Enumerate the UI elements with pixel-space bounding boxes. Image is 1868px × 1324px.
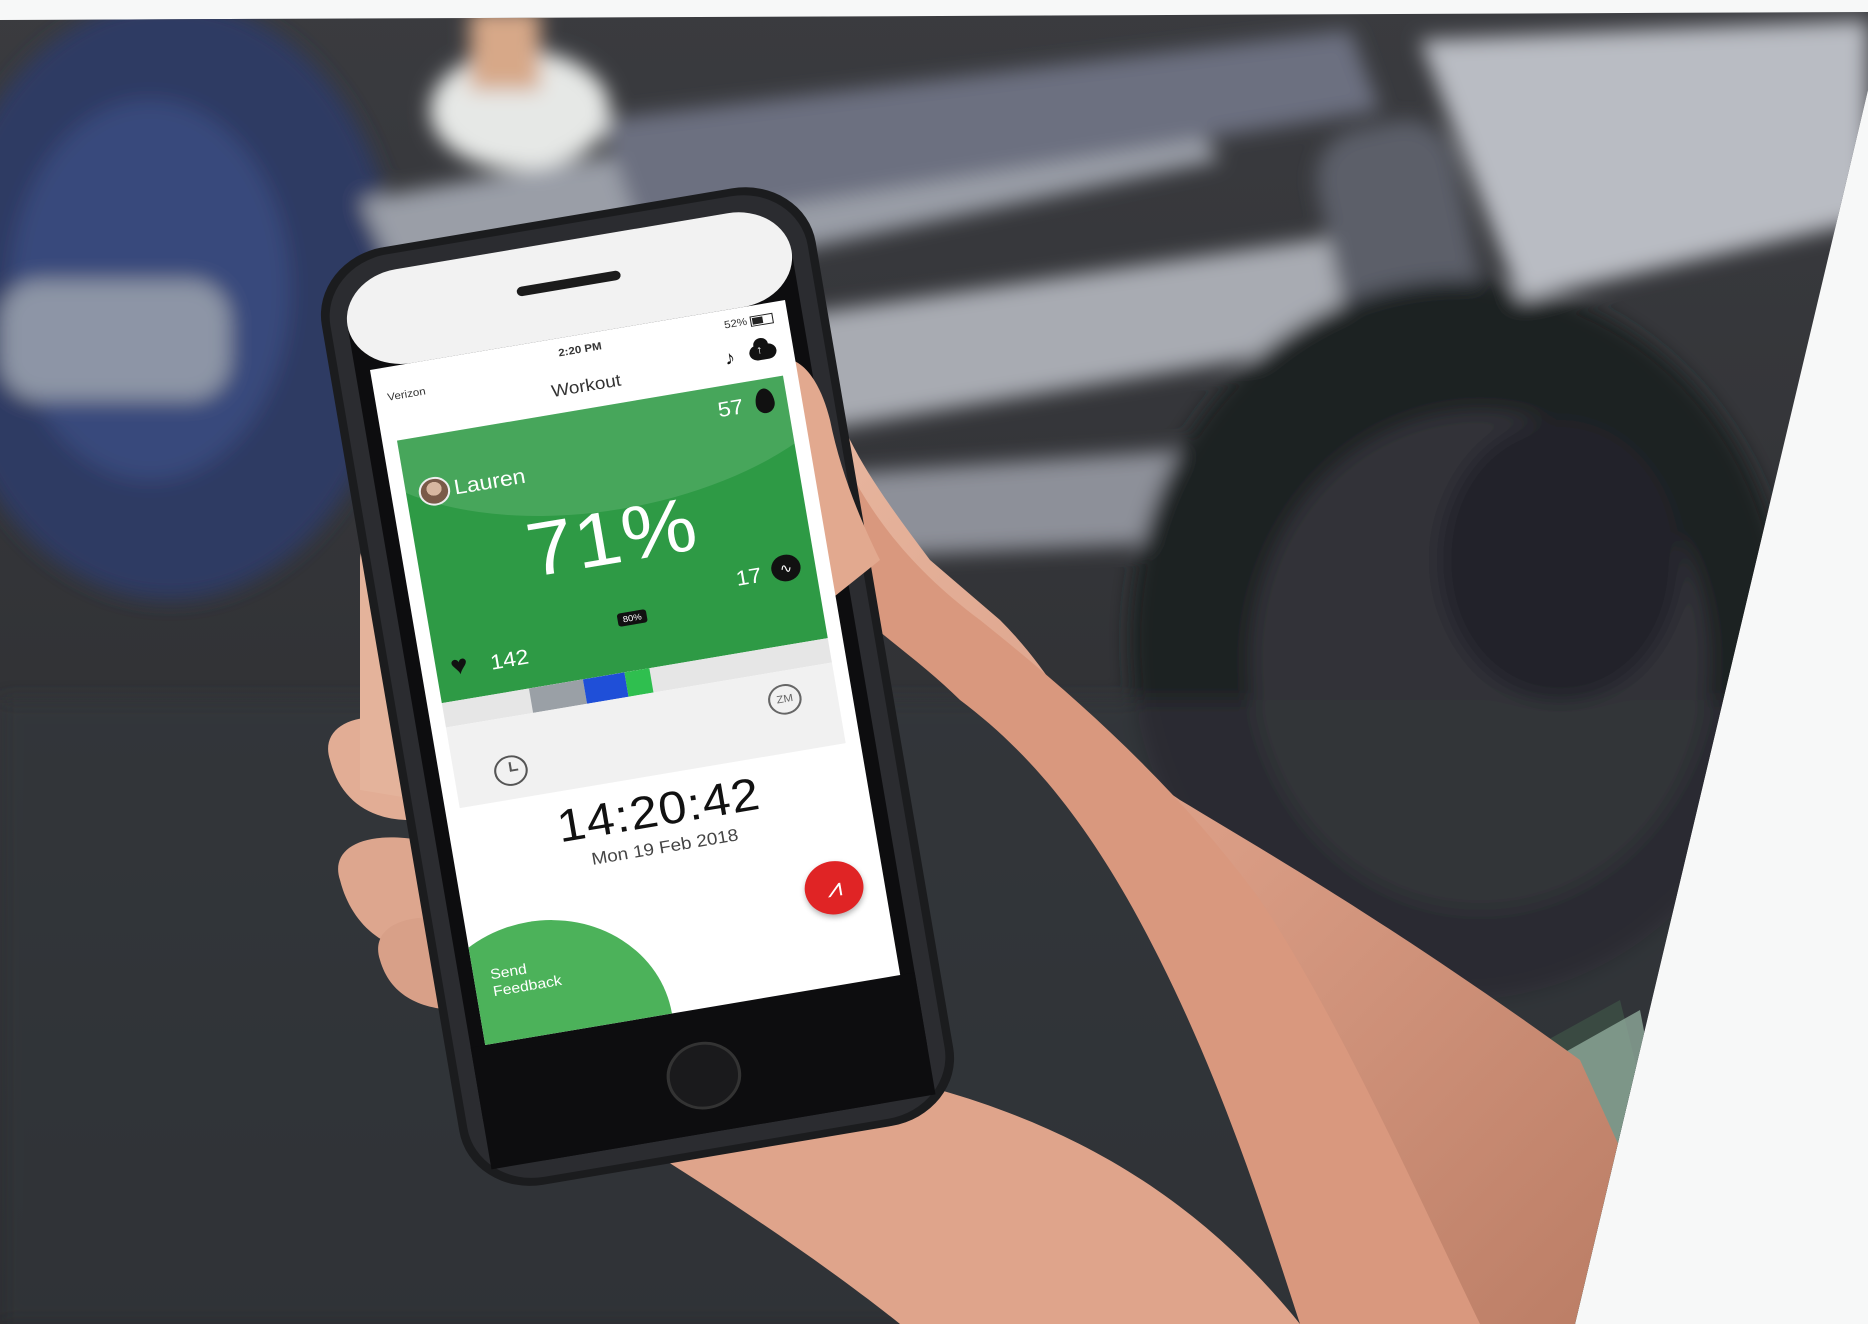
user-name: Lauren (452, 463, 528, 500)
heartbeat-logo-button[interactable]: ⩘ (800, 856, 868, 919)
battery-icon (749, 312, 774, 327)
gym-photo (0, 0, 1868, 1324)
heart-icon: ♥ (448, 649, 471, 682)
zm-icon[interactable]: ZM (765, 681, 804, 718)
calories-value: 57 (715, 394, 746, 422)
battery-percent: 52% (723, 316, 749, 332)
points-value: 17 (734, 562, 764, 591)
clock-icon[interactable] (491, 752, 531, 789)
battery-indicator: 52% (723, 312, 774, 331)
heartbeat-zone-icon: ∿ (769, 552, 803, 584)
avatar (416, 474, 453, 508)
flame-icon (753, 387, 777, 415)
carrier-label: Verizon (386, 385, 427, 404)
zone-badge: 80% (616, 608, 648, 628)
heart-rate-value: 142 (488, 644, 531, 675)
